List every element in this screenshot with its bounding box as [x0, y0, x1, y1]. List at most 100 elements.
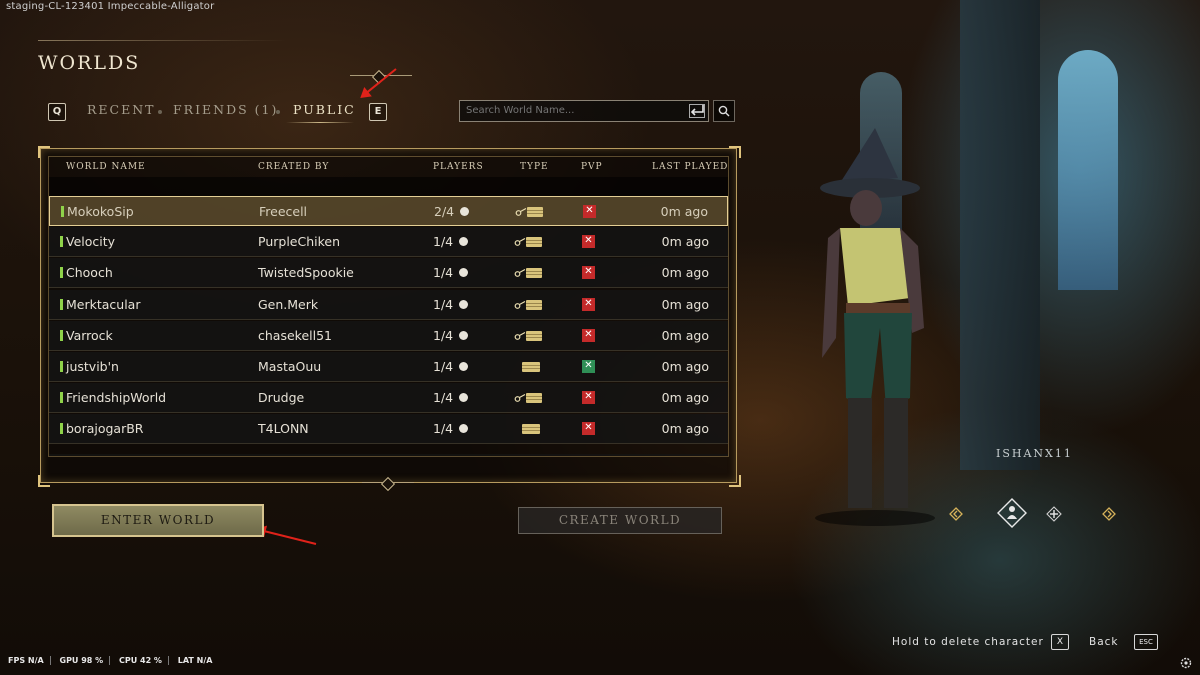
delete-key[interactable]: X — [1051, 634, 1069, 650]
last-played: 0m ago — [661, 234, 709, 250]
plus-icon — [1046, 506, 1062, 522]
world-table: WORLD NAME CREATED BY PLAYERS TYPE PVP L… — [48, 156, 729, 457]
header-players[interactable]: PLAYERS — [433, 162, 484, 172]
globe-icon — [459, 299, 469, 309]
search-button[interactable] — [713, 100, 735, 122]
last-played: 0m ago — [661, 327, 709, 343]
key-chest-icon — [514, 236, 544, 248]
player-count: 1/4 — [433, 265, 469, 280]
stained-glass-window — [1058, 50, 1118, 290]
last-played: 0m ago — [661, 296, 709, 312]
search-icon — [718, 105, 730, 117]
player-count: 1/4 — [433, 359, 469, 374]
pvp-off-icon: ✕ — [582, 391, 595, 405]
world-row[interactable]: Merktacular Gen.Merk 1/4 ✕ 0m ago — [49, 289, 728, 320]
panel-corner — [729, 475, 741, 487]
cpu-label: CPU — [118, 656, 138, 665]
lat-label: LAT — [177, 656, 194, 665]
character-prev-button[interactable] — [948, 506, 964, 522]
world-name: justvib'n — [66, 359, 119, 374]
tab-recent[interactable]: RECENT — [87, 102, 156, 117]
add-character-button[interactable] — [1046, 506, 1062, 522]
pvp-off-icon: ✕ — [582, 266, 595, 280]
world-row[interactable]: Velocity PurpleChiken 1/4 ✕ 0m ago — [49, 227, 728, 258]
key-chest-icon — [514, 330, 544, 342]
tab-public[interactable]: PUBLIC — [293, 102, 356, 117]
world-name: FriendshipWorld — [66, 390, 167, 406]
header-type[interactable]: TYPE — [520, 162, 549, 172]
table-header: WORLD NAME CREATED BY PLAYERS TYPE PVP L… — [49, 157, 728, 177]
character-name: ISHANX11 — [996, 447, 1073, 460]
world-creator: T4LONN — [258, 421, 309, 437]
pvp-on-icon: ✕ — [582, 360, 595, 373]
last-played: 0m ago — [661, 359, 709, 374]
online-indicator — [60, 423, 63, 435]
world-row[interactable]: justvib'n MastaOuu 1/4 ✕ 0m ago — [49, 352, 728, 382]
character-next-button[interactable] — [1101, 506, 1117, 522]
world-row[interactable]: MokokoSip Freecell 2/4 ✕ 0m ago — [49, 196, 728, 226]
partially-visible-row — [49, 454, 728, 456]
character-select-button[interactable] — [996, 497, 1028, 529]
world-creator: MastaOuu — [258, 359, 322, 374]
online-indicator — [60, 392, 63, 404]
search-input[interactable] — [459, 100, 709, 122]
header-last-played[interactable]: LAST PLAYED — [652, 162, 728, 172]
globe-icon — [459, 362, 469, 371]
header-created-by[interactable]: CREATED BY — [258, 162, 329, 172]
world-row[interactable]: Varrock chasekell51 1/4 ✕ 0m ago — [49, 320, 728, 351]
world-name: Varrock — [66, 327, 113, 343]
page-title: WORLDS — [38, 52, 141, 74]
player-count: 1/4 — [433, 234, 469, 249]
world-name: Chooch — [66, 265, 113, 281]
table-header-spacer — [49, 177, 728, 197]
world-creator: Gen.Merk — [258, 296, 319, 312]
key-chest-icon — [514, 267, 544, 279]
header-world-name[interactable]: WORLD NAME — [66, 162, 146, 172]
online-indicator — [60, 236, 63, 248]
tab-next-key[interactable]: E — [369, 103, 387, 121]
world-row[interactable]: borajogarBR T4LONN 1/4 ✕ 0m ago — [49, 414, 728, 445]
globe-icon — [459, 424, 469, 434]
globe-icon — [459, 393, 469, 403]
active-tab-underline — [286, 122, 354, 123]
last-played: 0m ago — [661, 421, 709, 437]
player-count: 1/4 — [433, 390, 469, 405]
lat-value: N/A — [196, 656, 213, 665]
online-indicator — [60, 361, 63, 372]
tab-separator — [158, 110, 162, 114]
header-pvp[interactable]: PVP — [581, 162, 603, 172]
pvp-off-icon: ✕ — [582, 422, 595, 436]
player-count: 1/4 — [433, 297, 469, 312]
gpu-label: GPU — [59, 656, 79, 665]
online-indicator — [60, 267, 63, 279]
world-row[interactable]: Chooch TwistedSpookie 1/4 ✕ 0m ago — [49, 258, 728, 289]
chevron-left-icon — [949, 507, 963, 521]
tab-separator — [276, 110, 280, 114]
world-creator: Freecell — [259, 204, 308, 219]
create-world-button[interactable]: CREATE WORLD — [518, 507, 722, 534]
back-key[interactable]: ESC — [1134, 634, 1158, 650]
player-count: 1/4 — [433, 421, 469, 436]
fps-label: FPS — [8, 656, 26, 665]
tab-friends[interactable]: FRIENDS (1) — [173, 102, 278, 117]
enter-key-icon[interactable] — [687, 101, 707, 121]
pvp-off-icon: ✕ — [582, 328, 595, 342]
enter-world-button[interactable]: ENTER WORLD — [52, 504, 264, 537]
chevron-right-icon — [1102, 507, 1116, 521]
title-divider — [38, 40, 286, 41]
world-creator: Drudge — [258, 390, 305, 406]
gear-icon[interactable] — [1180, 657, 1192, 669]
character-icon — [997, 498, 1027, 528]
online-indicator — [60, 329, 63, 341]
online-indicator — [61, 206, 64, 217]
world-name: Velocity — [66, 234, 116, 250]
tab-prev-key[interactable]: Q — [48, 103, 66, 121]
back-label[interactable]: Back — [1089, 636, 1119, 648]
panel-corner — [38, 475, 50, 487]
world-name: MokokoSip — [67, 204, 134, 219]
globe-icon — [460, 207, 470, 216]
key-chest-icon — [515, 206, 545, 218]
world-row[interactable]: FriendshipWorld Drudge 1/4 ✕ 0m ago — [49, 383, 728, 414]
gpu-value: 98 % — [81, 656, 104, 665]
fps-value: N/A — [27, 656, 44, 665]
